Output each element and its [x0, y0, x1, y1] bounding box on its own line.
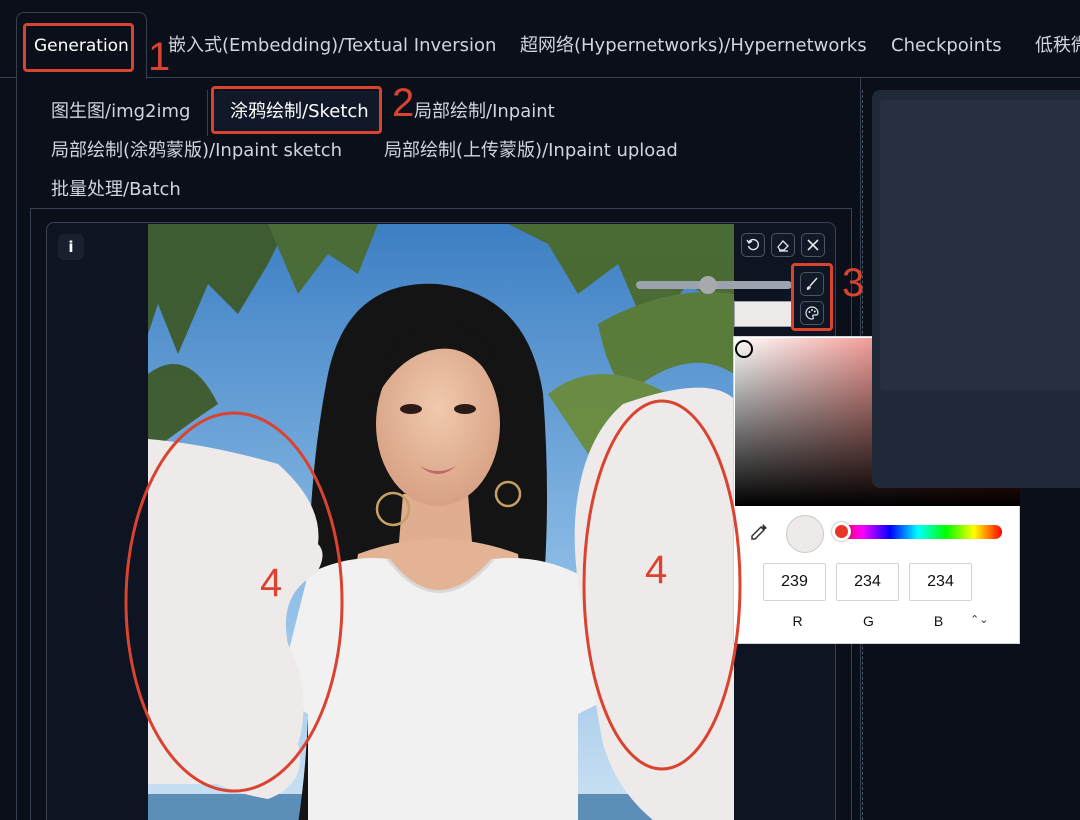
eraser-icon: [777, 240, 789, 252]
annotation-box-3: [791, 263, 833, 331]
close-icon: [807, 239, 819, 251]
undo-icon: [746, 238, 759, 251]
tab-checkpoints[interactable]: Checkpoints: [891, 35, 1002, 57]
annotation-box-2: [211, 86, 382, 134]
color-preview: [786, 515, 824, 553]
green-label: G: [863, 613, 874, 629]
subtab-inpaint-sketch[interactable]: 局部绘制(涂鸦蒙版)/Inpaint sketch: [51, 140, 342, 162]
color-mode-toggle[interactable]: ⌃⌄: [970, 613, 988, 626]
saturation-value-handle[interactable]: [735, 340, 753, 358]
annotation-number-4-right: 4: [645, 548, 668, 592]
red-label: R: [792, 613, 803, 629]
green-input[interactable]: 234: [836, 563, 899, 601]
red-input[interactable]: 239: [763, 563, 826, 601]
tab-embedding[interactable]: 嵌入式(Embedding)/Textual Inversion: [168, 35, 496, 57]
brush-size-slider-thumb[interactable]: [698, 276, 717, 294]
blue-input[interactable]: 234: [909, 563, 972, 601]
subtab-inpaint[interactable]: 局部绘制/Inpaint: [414, 101, 555, 123]
annotation-box-1: [23, 23, 134, 72]
undo-button[interactable]: [741, 233, 765, 257]
annotation-number-1: 1: [148, 35, 171, 79]
subtab-inpaint-upload[interactable]: 局部绘制(上传蒙版)/Inpaint upload: [384, 140, 678, 162]
tab-lora[interactable]: 低秩微: [1035, 35, 1080, 57]
annotation-ellipse-left: [124, 411, 344, 793]
annotation-number-4-left: 4: [260, 561, 283, 605]
subtab-img2img[interactable]: 图生图/img2img: [51, 101, 190, 123]
hue-slider[interactable]: [834, 525, 1002, 539]
close-button[interactable]: [801, 233, 825, 257]
subtab-divider: [207, 90, 208, 136]
clear-button[interactable]: [771, 233, 795, 257]
blue-label: B: [933, 613, 944, 629]
output-image-area: [880, 100, 1080, 390]
left-eye: [400, 404, 422, 414]
right-eye: [454, 404, 476, 414]
annotation-number-2: 2: [392, 81, 415, 125]
annotation-number-3: 3: [842, 261, 865, 305]
brush-color-swatch[interactable]: [734, 301, 794, 327]
tab-hypernetworks[interactable]: 超网络(Hypernetworks)/Hypernetworks: [520, 35, 867, 57]
eyedropper-icon[interactable]: [748, 521, 770, 543]
info-button[interactable]: i: [58, 234, 84, 260]
subtab-batch[interactable]: 批量处理/Batch: [51, 179, 181, 201]
hue-slider-thumb[interactable]: [832, 522, 851, 541]
